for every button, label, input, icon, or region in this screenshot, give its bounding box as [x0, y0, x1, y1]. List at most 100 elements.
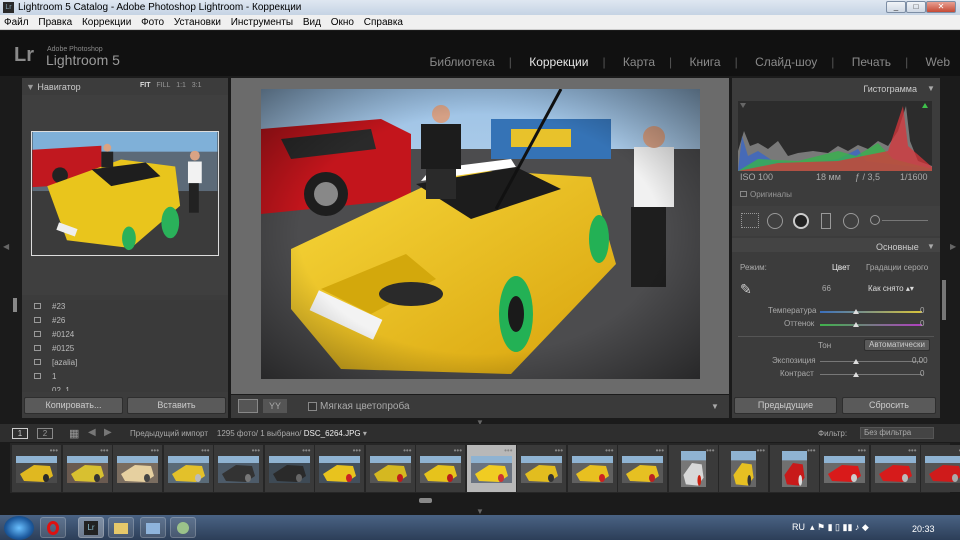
- exposure-slider[interactable]: [820, 361, 922, 362]
- tint-slider[interactable]: [820, 324, 922, 326]
- close-button[interactable]: ✕: [926, 1, 956, 13]
- filmstrip-thumbnail[interactable]: •••: [113, 445, 162, 492]
- temperature-slider[interactable]: [820, 311, 922, 313]
- filmstrip-thumbnail[interactable]: •••: [618, 445, 667, 492]
- filmstrip-thumbnail[interactable]: •••: [466, 445, 516, 492]
- filter-select[interactable]: Без фильтра: [860, 427, 934, 439]
- menu-help[interactable]: Справка: [364, 17, 403, 28]
- redeye-tool-icon[interactable]: [793, 213, 809, 229]
- forward-icon[interactable]: ▶: [104, 427, 112, 438]
- filmstrip-thumbnail[interactable]: •••: [567, 445, 617, 492]
- right-panel-toggle-icon[interactable]: ▶: [950, 242, 956, 251]
- basic-collapse-icon[interactable]: ▼: [927, 242, 935, 251]
- filmstrip-thumbnail[interactable]: •••: [365, 445, 415, 492]
- list-item[interactable]: #23: [34, 302, 65, 311]
- softproof-checkbox[interactable]: [308, 402, 317, 411]
- menu-view[interactable]: Вид: [303, 17, 321, 28]
- filmstrip-thumbnail[interactable]: •••: [12, 445, 61, 492]
- adjustment-brush-icon[interactable]: [870, 215, 880, 225]
- grid-view-icon[interactable]: ▦: [69, 427, 79, 440]
- filmstrip-thumbnail[interactable]: •••: [264, 445, 314, 492]
- second-window-toggle[interactable]: 2: [37, 428, 53, 439]
- contrast-knob[interactable]: [853, 372, 859, 377]
- loupe-view-icon[interactable]: [238, 399, 258, 413]
- contrast-slider[interactable]: [820, 374, 922, 375]
- list-item[interactable]: #0124: [34, 330, 74, 339]
- minimize-button[interactable]: _: [886, 1, 906, 13]
- previous-settings-button[interactable]: Предыдущие: [734, 397, 837, 414]
- explorer-icon[interactable]: [108, 517, 134, 538]
- filmstrip-source[interactable]: Предыдущий импорт 1295 фото/ 1 выбрано/ …: [130, 429, 367, 438]
- main-window-toggle[interactable]: 1: [12, 428, 28, 439]
- navigator-title[interactable]: ▼ Навигатор: [26, 82, 81, 92]
- menu-develop[interactable]: Коррекции: [82, 17, 131, 28]
- before-after-icon[interactable]: YY: [263, 399, 287, 413]
- paste-settings-button[interactable]: Вставить: [127, 397, 226, 414]
- left-panel-toggle-icon[interactable]: ◀: [3, 242, 9, 251]
- tint-knob[interactable]: [853, 322, 859, 327]
- list-item[interactable]: [azalia]: [34, 358, 77, 367]
- menu-edit[interactable]: Правка: [38, 17, 72, 28]
- navigator-preview[interactable]: [31, 131, 219, 256]
- filmstrip-thumbnail[interactable]: •••: [517, 445, 566, 492]
- menu-window[interactable]: Окно: [331, 17, 354, 28]
- wb-picker-icon[interactable]: ✎: [740, 281, 762, 303]
- filmstrip-thumbnail[interactable]: •••: [668, 445, 718, 492]
- clock[interactable]: 20:33: [912, 524, 935, 534]
- module-web[interactable]: Web: [926, 55, 950, 69]
- graduated-filter-icon[interactable]: [821, 213, 831, 229]
- photo-viewer-icon[interactable]: [170, 517, 196, 538]
- auto-tone-button[interactable]: Автоматически: [864, 339, 930, 351]
- zoom-fit[interactable]: FIT: [140, 82, 151, 89]
- histogram-collapse-icon[interactable]: ▼: [927, 84, 935, 93]
- toolbar-menu-icon[interactable]: ▼: [711, 402, 719, 411]
- list-item[interactable]: 1: [34, 372, 56, 381]
- zoom-1-1[interactable]: 1:1: [176, 82, 186, 89]
- brush-slider[interactable]: [882, 220, 928, 221]
- crop-tool-icon[interactable]: [741, 213, 759, 228]
- filmstrip-thumbnail[interactable]: •••: [214, 445, 263, 492]
- wb-preset-select[interactable]: Как снято ▴▾: [868, 284, 914, 293]
- list-item[interactable]: #0125: [34, 344, 74, 353]
- spot-removal-icon[interactable]: [767, 213, 783, 229]
- tray-icons[interactable]: ▴ ⚑ ▮ ▯ ▮▮ ♪ ◆: [810, 522, 869, 533]
- main-photo[interactable]: [261, 89, 700, 379]
- treatment-color-button[interactable]: Цвет: [832, 263, 850, 272]
- list-item[interactable]: #26: [34, 316, 65, 325]
- reset-button[interactable]: Сбросить: [842, 397, 936, 414]
- module-slideshow[interactable]: Слайд-шоу: [755, 55, 817, 69]
- filmstrip-thumbnail[interactable]: •••: [315, 445, 364, 492]
- original-photo-toggle[interactable]: Оригиналы: [740, 190, 792, 199]
- zoom-fill[interactable]: FILL: [156, 82, 170, 89]
- filmstrip-thumbnail[interactable]: •••: [62, 445, 112, 492]
- left-scrollbar[interactable]: [13, 298, 17, 312]
- module-map[interactable]: Карта: [623, 55, 655, 69]
- menu-tools[interactable]: Инструменты: [231, 17, 293, 28]
- exposure-knob[interactable]: [853, 359, 859, 364]
- temperature-knob[interactable]: [853, 309, 859, 314]
- copy-settings-button[interactable]: Копировать...: [24, 397, 123, 414]
- start-button[interactable]: [4, 516, 34, 540]
- module-library[interactable]: Библиотека: [430, 55, 495, 69]
- filmstrip-thumbnail[interactable]: •••: [820, 445, 869, 492]
- maximize-button[interactable]: □: [906, 1, 926, 13]
- list-item[interactable]: 02_1: [52, 386, 70, 391]
- right-scrollbar[interactable]: [942, 280, 946, 320]
- treatment-grayscale-button[interactable]: Градации серого: [866, 263, 928, 272]
- filmstrip-thumbnail[interactable]: •••: [921, 445, 960, 492]
- radial-filter-icon[interactable]: [843, 213, 859, 229]
- basic-panel-title[interactable]: Основные: [876, 242, 919, 252]
- lightroom-taskbar-icon[interactable]: Lr: [78, 517, 104, 538]
- menu-photo[interactable]: Фото: [141, 17, 164, 28]
- module-print[interactable]: Печать: [852, 55, 891, 69]
- filmstrip-thumbnail[interactable]: •••: [719, 445, 768, 492]
- zoom-3-1[interactable]: 3:1: [192, 82, 202, 89]
- filmstrip-thumbnail[interactable]: •••: [870, 445, 920, 492]
- filmstrip-thumbnail[interactable]: •••: [163, 445, 213, 492]
- language-indicator[interactable]: RU: [792, 522, 805, 532]
- window-app-icon[interactable]: [140, 517, 166, 538]
- filmstrip-scrollbar[interactable]: [419, 498, 432, 503]
- opera-icon[interactable]: [40, 517, 66, 538]
- back-icon[interactable]: ◀: [88, 427, 96, 438]
- histogram-title[interactable]: Гистограмма: [863, 84, 917, 94]
